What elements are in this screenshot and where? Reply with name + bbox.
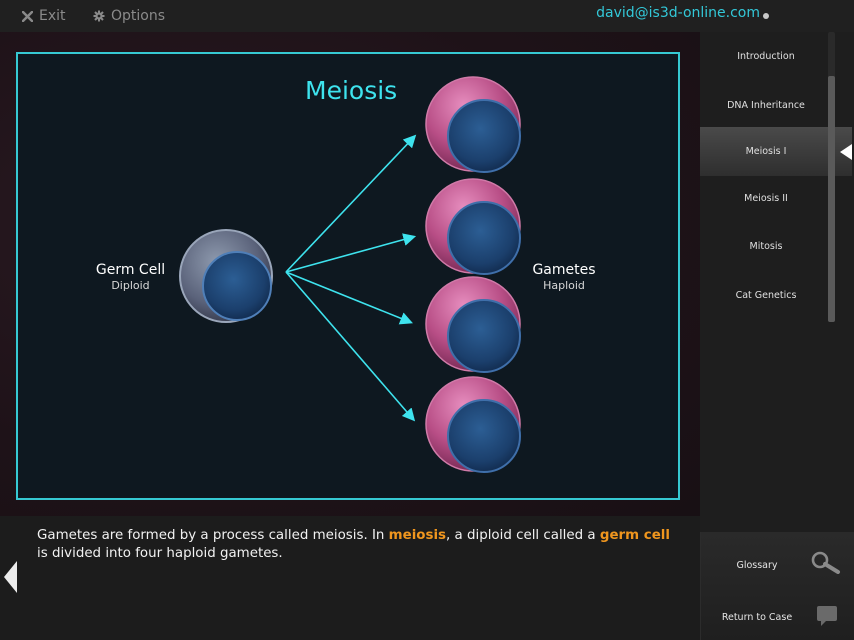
gamete-cell-1: [425, 76, 521, 173]
arrow-4: [285, 271, 416, 422]
gamete-cell-3: [425, 276, 521, 373]
glossary-term-meiosis[interactable]: meiosis: [389, 528, 446, 543]
germ-cell: [179, 229, 273, 323]
germ-cell-label: Germ Cell Diploid: [78, 262, 183, 292]
nav-item-label: Mitosis: [749, 241, 783, 252]
arrow-1: [285, 134, 417, 273]
top-bar: Exit Options david@is3d-online.com: [0, 0, 854, 32]
gametes-ploidy: Haploid: [543, 279, 585, 292]
active-indicator-icon: [840, 143, 852, 160]
arrow-3: [285, 271, 413, 325]
tools-panel: Glossary Return to Case: [700, 532, 854, 640]
nav-item-introduction[interactable]: Introduction: [700, 32, 832, 81]
gear-icon: [93, 10, 105, 22]
arrow-2: [285, 233, 417, 273]
back-arrow-icon[interactable]: [4, 561, 17, 593]
close-x-icon: [22, 10, 33, 22]
nav-item-mitosis[interactable]: Mitosis: [700, 222, 832, 271]
status-dot: [763, 13, 769, 19]
nav-item-label: Meiosis II: [744, 193, 788, 204]
caption-part-1: Gametes are formed by a process called m…: [37, 528, 389, 543]
meiosis-diagram: Meiosis Germ Cell Diploid Gametes Haploi…: [16, 52, 680, 500]
gametes-label: Gametes Haploid: [523, 262, 605, 292]
gamete-cell-4: [425, 376, 521, 473]
return-to-case-button[interactable]: Return to Case: [701, 590, 854, 638]
search-icon: [811, 551, 840, 574]
glossary-button[interactable]: Glossary: [701, 538, 854, 586]
slide-stage: Meiosis Germ Cell Diploid Gametes Haploi…: [0, 32, 700, 516]
gamete-cell-2: [425, 178, 521, 275]
glossary-label: Glossary: [736, 560, 778, 571]
caption-part-3: is divided into four haploid gametes.: [37, 545, 283, 561]
nav-item-cat-genetics[interactable]: Cat Genetics: [700, 271, 832, 320]
exit-label: Exit: [39, 8, 66, 24]
user-email[interactable]: david@is3d-online.com: [596, 5, 760, 21]
options-label: Options: [111, 8, 166, 24]
nav-item-meiosis-ii[interactable]: Meiosis II: [700, 174, 832, 223]
caption-text: Gametes are formed by a process called m…: [37, 527, 677, 562]
gametes-name: Gametes: [532, 262, 596, 278]
nav-item-label: Introduction: [737, 51, 795, 62]
nav-item-label: Meiosis I: [745, 146, 787, 157]
exit-button[interactable]: Exit: [22, 8, 66, 24]
glossary-term-germ-cell[interactable]: germ cell: [600, 528, 670, 543]
speech-bubble-icon: [817, 606, 837, 626]
options-button[interactable]: Options: [93, 8, 165, 24]
germ-cell-ploidy: Diploid: [111, 279, 150, 292]
nav-item-label: DNA Inheritance: [727, 100, 805, 111]
nav-item-dna-inheritance[interactable]: DNA Inheritance: [700, 81, 832, 130]
germ-cell-name: Germ Cell: [95, 262, 166, 278]
slide-title: Meiosis: [305, 76, 398, 105]
nav-scrollbar-thumb[interactable]: [828, 76, 835, 322]
caption-part-2: , a diploid cell called a: [446, 528, 600, 543]
return-label: Return to Case: [721, 612, 793, 623]
nav-item-label: Cat Genetics: [735, 290, 797, 301]
